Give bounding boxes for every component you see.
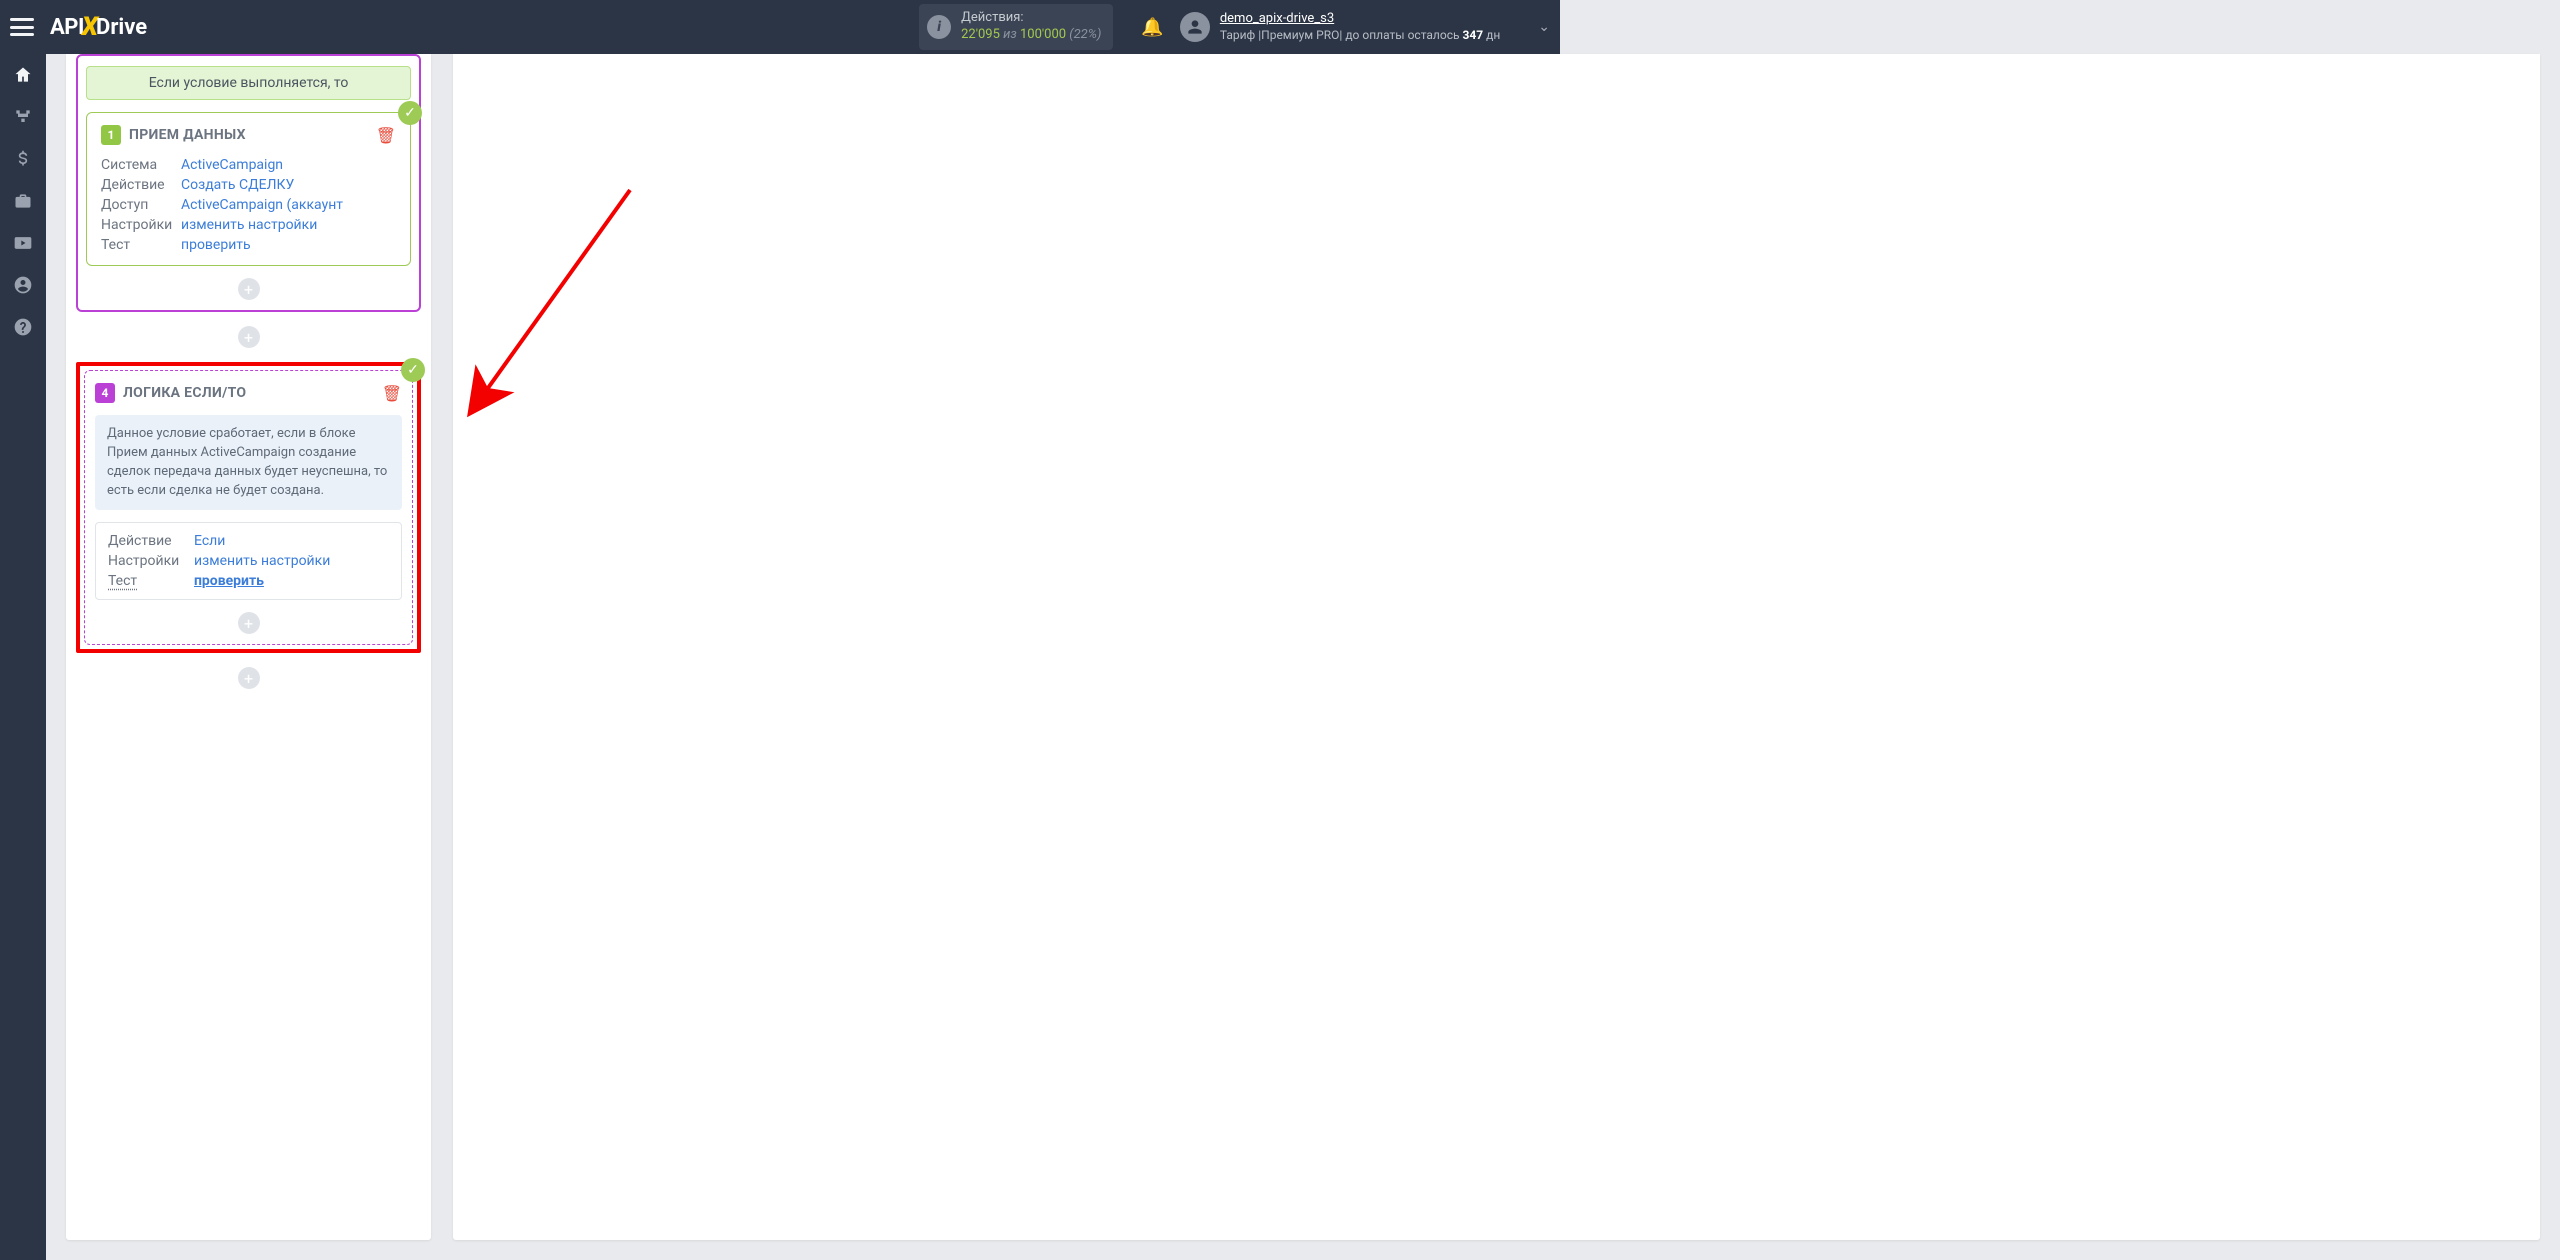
trash-icon[interactable]: 🗑	[382, 384, 402, 403]
logo[interactable]: API X Drive	[50, 12, 147, 42]
add-step-button[interactable]: +	[238, 278, 260, 300]
logic-description: Данное условие сработает, если в блоке П…	[95, 415, 402, 510]
step-details: Система ActiveCampaign Действие Создать …	[101, 157, 396, 253]
logic-details: Действие Если Настройки изменить настрой…	[108, 533, 389, 589]
user-plan: Тариф |Премиум PRO| до оплаты осталось 3…	[1220, 28, 1500, 44]
condition-block: Если условие выполняется, то ✓ 1 ПРИЕМ Д…	[76, 54, 421, 312]
step-card-1: ✓ 1 ПРИЕМ ДАННЫХ 🗑 Система ActiveCampaig…	[86, 112, 411, 266]
sidebar	[0, 54, 46, 1260]
header: API X Drive i Действия: 22'095 из 100'00…	[0, 0, 1560, 54]
actions-counter[interactable]: i Действия: 22'095 из 100'000 (22%)	[919, 4, 1113, 50]
menu-toggle[interactable]	[10, 18, 34, 36]
step-number-badge: 1	[101, 125, 121, 145]
sidebar-connections[interactable]	[0, 96, 46, 138]
system-link[interactable]: ActiveCampaign	[181, 157, 283, 173]
avatar-icon	[1180, 12, 1210, 42]
logo-text-api: API	[50, 15, 84, 40]
logic-settings-link[interactable]: изменить настройки	[194, 553, 330, 569]
user-menu[interactable]: demo_apix-drive_s3 Тариф |Премиум PRO| д…	[1180, 11, 1550, 43]
condition-label: Если условие выполняется, то	[86, 66, 411, 100]
sidebar-account[interactable]	[0, 264, 46, 306]
info-icon: i	[927, 15, 951, 39]
settings-link[interactable]: изменить настройки	[181, 217, 317, 233]
add-between-button[interactable]: +	[238, 326, 260, 348]
access-link[interactable]: ActiveCampaign (аккаунт	[181, 197, 343, 213]
actions-label: Действия:	[961, 10, 1101, 27]
step-number-badge: 4	[95, 383, 115, 403]
chevron-down-icon: ⌄	[1538, 19, 1550, 35]
sidebar-billing[interactable]	[0, 138, 46, 180]
notifications-icon[interactable]: 🔔	[1141, 17, 1163, 38]
step-title: ПРИЕМ ДАННЫХ	[129, 127, 246, 143]
logic-test-link[interactable]: проверить	[194, 573, 264, 589]
sidebar-home[interactable]	[0, 54, 46, 96]
check-icon: ✓	[401, 358, 425, 382]
sidebar-video[interactable]	[0, 222, 46, 264]
step-title: ЛОГИКА ЕСЛИ/ТО	[123, 385, 246, 401]
actions-numbers: 22'095 из 100'000 (22%)	[961, 27, 1101, 44]
logic-block-4: ✓ 4 ЛОГИКА ЕСЛИ/ТО 🗑 Данное условие сраб…	[84, 370, 413, 645]
user-login: demo_apix-drive_s3	[1220, 11, 1500, 28]
test-link[interactable]: проверить	[181, 237, 251, 253]
trash-icon[interactable]: 🗑	[376, 126, 396, 145]
action-link[interactable]: Создать СДЕЛКУ	[181, 177, 294, 193]
main-area: Если условие выполняется, то ✓ 1 ПРИЕМ Д…	[46, 54, 2560, 1260]
sidebar-briefcase[interactable]	[0, 180, 46, 222]
logic-action-link[interactable]: Если	[194, 533, 225, 549]
workflow-column: Если условие выполняется, то ✓ 1 ПРИЕМ Д…	[66, 54, 431, 1240]
sidebar-help[interactable]	[0, 306, 46, 348]
check-icon: ✓	[398, 101, 422, 125]
add-after-button[interactable]: +	[238, 667, 260, 689]
logo-text-drive: Drive	[96, 15, 147, 40]
add-step-button[interactable]: +	[238, 612, 260, 634]
content-panel	[453, 54, 2540, 1240]
highlighted-block: ✓ 4 ЛОГИКА ЕСЛИ/ТО 🗑 Данное условие сраб…	[76, 362, 421, 653]
